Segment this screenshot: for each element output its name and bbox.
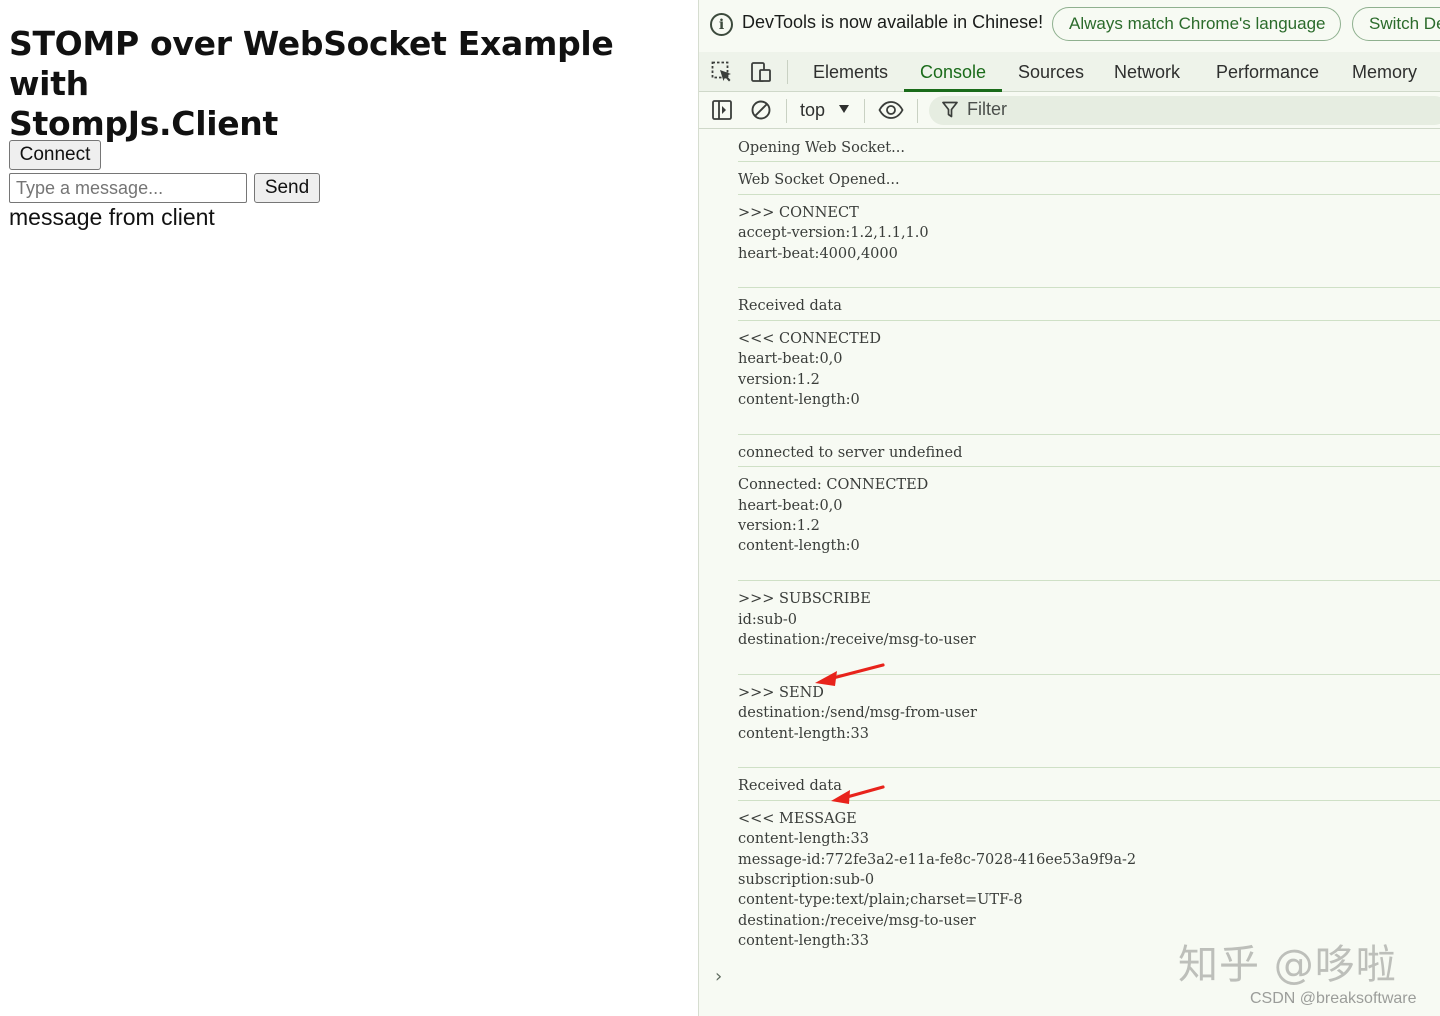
filter-icon — [942, 101, 958, 118]
console-message-line: Connected: CONNECTED — [738, 477, 929, 494]
language-infobar: i DevTools is now available in Chinese! … — [699, 0, 1440, 48]
console-message-line: heart-beat:0,0 — [738, 351, 843, 368]
console-message-line: heart-beat:4000,4000 — [738, 245, 898, 262]
console-message-line: <<< CONNECTED — [738, 330, 881, 347]
console-message-line: subscription:sub-0 — [738, 871, 875, 888]
console-log: Opening Web Socket... Web Socket Opened..… — [699, 130, 1440, 1016]
console-message: >>> SEND destination:/send/msg-from-user c… — [738, 675, 1440, 769]
chevron-down-icon — [839, 105, 849, 113]
console-message: Received data — [738, 768, 1440, 801]
page-title: STOMP over WebSocket Example with StompJ… — [9, 24, 689, 144]
console-message-line: heart-beat:0,0 — [738, 497, 843, 514]
eye-icon[interactable] — [878, 99, 904, 121]
console-message-line: content-type:text/plain;charset=UTF-8 — [738, 892, 1023, 909]
console-message-line: <<< MESSAGE — [738, 810, 857, 827]
context-selector[interactable]: top — [800, 98, 825, 122]
always-match-language-button[interactable]: Always match Chrome's language — [1052, 7, 1341, 41]
console-message-line: version:1.2 — [738, 517, 820, 534]
received-message: message from client — [9, 204, 215, 230]
tab-performance[interactable]: Performance — [1216, 52, 1319, 92]
console-message-line: Opening Web Socket... — [738, 140, 905, 156]
inspect-element-icon[interactable] — [711, 61, 733, 83]
console-message-line: content-length:33 — [738, 831, 870, 848]
console-message: >>> SUBSCRIBE id:sub-0 destination:/receiv… — [738, 581, 1440, 675]
zhihu-watermark: 知乎 @哆啦 — [1178, 942, 1397, 988]
console-message: Web Socket Opened... — [738, 162, 1440, 195]
clear-console-icon[interactable] — [750, 99, 772, 121]
console-message-line: version:1.2 — [738, 371, 820, 388]
filter-placeholder: Filter — [967, 99, 1007, 119]
console-message-line: >>> SEND — [738, 684, 824, 701]
console-message-line: content-length:33 — [738, 725, 870, 742]
message-input[interactable] — [9, 173, 247, 203]
console-message-line: id:sub-0 — [738, 611, 797, 628]
console-message-line: Received data — [738, 778, 842, 795]
console-message-line — [738, 744, 1440, 764]
tab-console[interactable]: Console — [920, 52, 986, 92]
console-message: >>> CONNECT accept-version:1.2,1.1,1.0 hea… — [738, 195, 1440, 289]
console-message: Opening Web Socket... — [738, 130, 1440, 163]
web-page: STOMP over WebSocket Example with StompJ… — [0, 0, 698, 1016]
console-message: <<< CONNECTED heart-beat:0,0 version:1.2 co… — [738, 321, 1440, 435]
devtools-tabbar: Elements Console Sources Network Perform… — [699, 52, 1440, 92]
toolbar-separator — [787, 60, 788, 84]
console-message-line: destination:/send/msg-from-user — [738, 705, 977, 722]
tab-network[interactable]: Network — [1114, 52, 1180, 92]
tab-sources[interactable]: Sources — [1018, 52, 1084, 92]
console-message-line — [738, 264, 1440, 284]
toolbar-separator — [786, 99, 787, 123]
csdn-watermark: CSDN @breaksoftware — [1250, 990, 1417, 1007]
connect-button[interactable]: Connect — [9, 140, 101, 170]
info-icon: i — [710, 13, 733, 36]
console-message-line — [738, 650, 1440, 670]
tab-elements[interactable]: Elements — [813, 52, 888, 92]
devtools-panel: i DevTools is now available in Chinese! … — [698, 0, 1440, 1016]
page-title-line2: StompJs.Client — [9, 104, 278, 143]
console-message-line: connected to server undefined — [738, 444, 963, 461]
console-message-line: accept-version:1.2,1.1,1.0 — [738, 225, 929, 242]
page-title-line1: STOMP over WebSocket Example with — [9, 24, 614, 103]
send-button[interactable]: Send — [254, 173, 320, 203]
sidebar-toggle-icon[interactable] — [711, 99, 733, 121]
console-message-line: content-length:0 — [738, 391, 860, 408]
tab-memory[interactable]: Memory — [1352, 52, 1417, 92]
console-message-line — [738, 410, 1440, 430]
console-prompt-icon[interactable]: › — [715, 966, 722, 987]
console-message-line: message-id:772fe3a2-e11a-fe8c-7028-416ee… — [738, 851, 1137, 868]
infobar-text: DevTools is now available in Chinese! — [742, 12, 1044, 32]
console-message-line: Web Socket Opened... — [738, 172, 900, 189]
device-toolbar-icon[interactable] — [750, 61, 772, 83]
console-message: connected to server undefined — [738, 435, 1440, 468]
console-message-line: destination:/receive/msg-to-user — [738, 631, 976, 648]
console-message-line: Received data — [738, 298, 842, 315]
toolbar-separator — [864, 99, 865, 123]
console-message: Connected: CONNECTED heart-beat:0,0 versio… — [738, 467, 1440, 582]
console-message-line — [738, 557, 1440, 577]
toolbar-separator — [917, 99, 918, 123]
console-message: Received data — [738, 288, 1440, 321]
console-message-line: >>> SUBSCRIBE — [738, 591, 871, 608]
console-message-line: >>> CONNECT — [738, 204, 859, 221]
switch-language-button[interactable]: Switch De — [1352, 7, 1440, 41]
console-message-line: content-length:0 — [738, 538, 860, 555]
console-message-line: destination:/receive/msg-to-user — [738, 912, 976, 929]
console-toolbar: top Filter — [699, 92, 1440, 129]
